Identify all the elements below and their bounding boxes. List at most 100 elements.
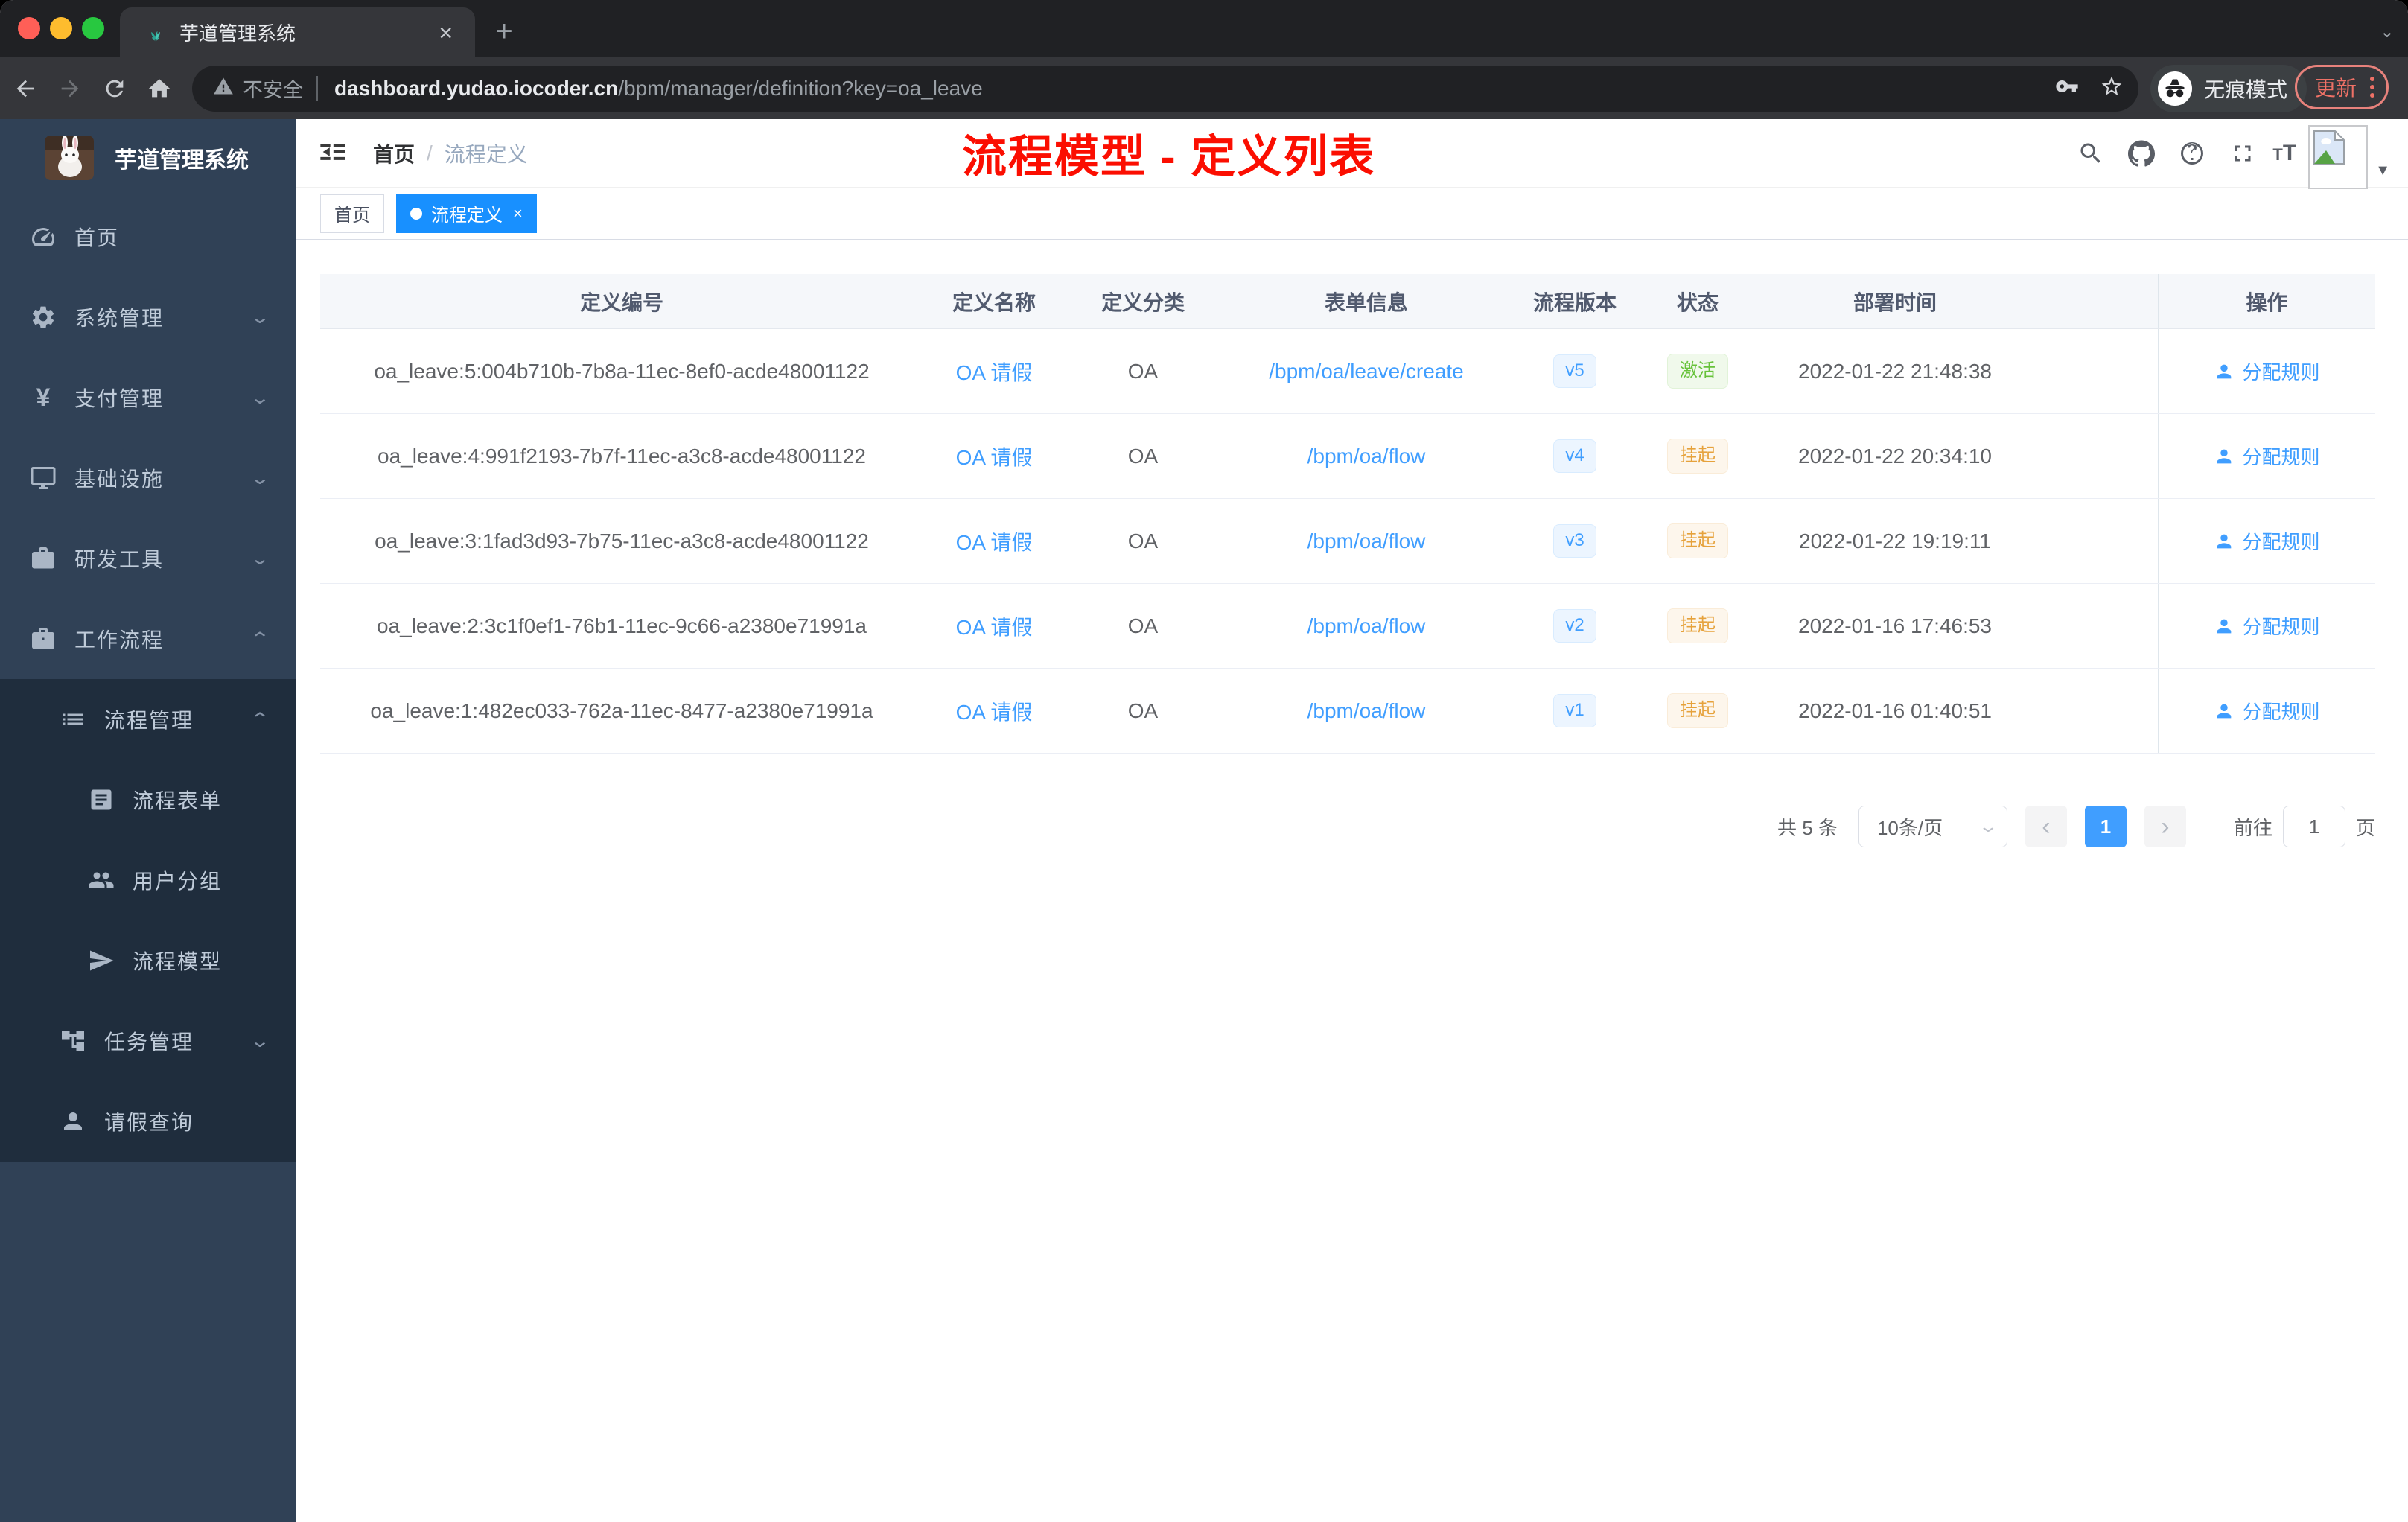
column-header: 定义分类 — [1101, 290, 1185, 314]
definition-category-cell: OA — [1127, 614, 1159, 637]
table-body: oa_leave:5:004b710b-7b8a-11ec-8ef0-acde4… — [320, 329, 2375, 754]
column-header: 定义编号 — [579, 290, 663, 314]
minimize-window-button[interactable] — [50, 17, 72, 39]
sidebar-item-工作流程[interactable]: 工作流程 ⌃ — [0, 599, 296, 679]
sidebar-item-流程模型[interactable]: 流程模型 — [0, 920, 296, 1001]
key-icon[interactable] — [2055, 74, 2079, 102]
definition-name-link[interactable]: OA 请假 — [923, 526, 1065, 556]
definition-category-cell: OA — [1127, 529, 1159, 553]
sidebar-item-支付管理[interactable]: ¥ 支付管理 ⌄ — [0, 357, 296, 438]
chevron-down-icon: ⌄ — [249, 548, 271, 569]
person-icon — [2217, 704, 2232, 718]
prev-page-button[interactable]: ‹ — [2025, 806, 2067, 847]
sidebar-item-label: 基础设施 — [74, 468, 165, 491]
sidebar-item-系统管理[interactable]: 系统管理 ⌄ — [0, 277, 296, 357]
sidebar-item-基础设施[interactable]: 基础设施 ⌄ — [0, 438, 296, 518]
sidebar-item-label: 用户分组 — [133, 870, 223, 893]
sidebar-item-请假查询[interactable]: 请假查询 — [0, 1081, 296, 1162]
column-header: 流程版本 — [1532, 290, 1617, 314]
tag-label: 流程定义 — [431, 206, 503, 226]
maximize-window-button[interactable] — [82, 17, 104, 39]
goto-page-input[interactable]: 1 — [2282, 806, 2345, 847]
page-size-select[interactable]: 10条/页 ⌄ — [1858, 806, 2007, 847]
sidebar-item-label: 系统管理 — [74, 307, 165, 330]
column-header: 部署时间 — [1853, 290, 1937, 314]
sidebar-item-流程管理[interactable]: 流程管理 ⌃ — [0, 679, 296, 760]
breadcrumb-home[interactable]: 首页 — [373, 138, 415, 168]
table-row: oa_leave:1:482ec033-762a-11ec-8477-a2380… — [320, 669, 2375, 754]
browser-tab[interactable]: 芋道管理系统 × — [120, 7, 475, 57]
back-icon[interactable] — [6, 69, 45, 108]
search-icon[interactable] — [2070, 133, 2112, 174]
tag-process-definition[interactable]: 流程定义 × — [396, 194, 537, 233]
warning-icon — [213, 76, 234, 101]
form-info-link[interactable]: /bpm/oa/flow — [1221, 614, 1512, 638]
new-tab-button[interactable]: + — [488, 16, 520, 49]
breadcrumb-separator: / — [427, 141, 433, 165]
definition-name-link[interactable]: OA 请假 — [923, 696, 1065, 726]
sidebar-item-label: 首页 — [74, 226, 120, 249]
sidebar-item-label: 研发工具 — [74, 548, 165, 571]
assign-rule-button[interactable]: 分配规则 — [2158, 499, 2375, 583]
github-icon[interactable] — [2121, 133, 2162, 174]
column-header: 状态 — [1676, 290, 1719, 314]
avatar[interactable] — [2308, 125, 2369, 189]
definition-name-link[interactable]: OA 请假 — [923, 357, 1065, 386]
form-info-link[interactable]: /bpm/oa/leave/create — [1221, 360, 1512, 383]
app-logo-rabbit-image — [45, 136, 94, 180]
form-info-link[interactable]: /bpm/oa/flow — [1221, 445, 1512, 468]
fullscreen-icon[interactable] — [2222, 133, 2264, 174]
security-label[interactable]: 不安全 — [243, 74, 303, 103]
tag-home[interactable]: 首页 — [320, 194, 384, 233]
bookmark-star-icon[interactable] — [2100, 74, 2124, 102]
sidebar-item-首页[interactable]: 首页 — [0, 197, 296, 277]
definition-id-cell: oa_leave:4:991f2193-7b7f-11ec-a3c8-acde4… — [378, 444, 866, 468]
current-page-button[interactable]: 1 — [2084, 806, 2127, 847]
table-row: oa_leave:2:3c1f0ef1-76b1-11ec-9c66-a2380… — [320, 584, 2375, 669]
definition-name-link[interactable]: OA 请假 — [923, 611, 1065, 641]
browser-update-menu-button[interactable]: 更新 — [2294, 65, 2389, 109]
form-info-link[interactable]: /bpm/oa/flow — [1221, 699, 1512, 723]
kebab-menu-icon — [2370, 77, 2374, 98]
form-icon — [88, 786, 115, 813]
person-icon — [2217, 449, 2232, 463]
assign-rule-button[interactable]: 分配规则 — [2158, 329, 2375, 413]
help-icon[interactable] — [2171, 133, 2213, 174]
font-size-icon[interactable]: TT — [2272, 141, 2296, 166]
assign-rule-button[interactable]: 分配规则 — [2158, 414, 2375, 498]
tab-search-chevron-icon[interactable]: ⌄ — [2380, 21, 2395, 42]
definition-name-link[interactable]: OA 请假 — [923, 442, 1065, 471]
definition-id-cell: oa_leave:3:1fad3d93-7b75-11ec-a3c8-acde4… — [375, 529, 869, 553]
reload-icon[interactable] — [95, 69, 134, 108]
sidebar-item-label: 流程模型 — [133, 950, 223, 973]
assign-rule-button[interactable]: 分配规则 — [2158, 584, 2375, 668]
sidebar-item-流程表单[interactable]: 流程表单 — [0, 760, 296, 840]
definition-id-cell: oa_leave:1:482ec033-762a-11ec-8477-a2380… — [370, 698, 873, 722]
gear-icon — [30, 304, 57, 331]
home-icon[interactable] — [140, 69, 179, 108]
main-area: 首页 / 流程定义 流程模型 - 定义列表 TT ▼ 首页 流程定义 × 定义编… — [296, 119, 2408, 1522]
sidebar-item-用户分组[interactable]: 用户分组 — [0, 840, 296, 920]
sidebar-item-任务管理[interactable]: 任务管理 ⌄ — [0, 1001, 296, 1081]
hamburger-icon[interactable] — [318, 137, 351, 170]
forward-icon[interactable] — [51, 69, 89, 108]
definition-category-cell: OA — [1127, 444, 1159, 468]
browser-toolbar: 不安全 dashboard.yudao.iocoder.cn/bpm/manag… — [0, 57, 2408, 119]
version-badge: v5 — [1512, 354, 1638, 388]
tab-close-icon[interactable]: × — [436, 21, 456, 45]
tag-close-icon[interactable]: × — [513, 204, 523, 223]
close-window-button[interactable] — [18, 17, 40, 39]
avatar-caret-icon[interactable]: ▼ — [2375, 162, 2390, 179]
version-badge: v4 — [1512, 439, 1638, 473]
assign-rule-button[interactable]: 分配规则 — [2158, 669, 2375, 753]
next-page-button[interactable]: › — [2144, 806, 2186, 847]
version-badge: v3 — [1512, 524, 1638, 558]
url-host: dashboard.yudao.iocoder.cn — [334, 76, 619, 100]
form-info-link[interactable]: /bpm/oa/flow — [1221, 529, 1512, 553]
column-header: 操作 — [2158, 274, 2375, 328]
sidebar-logo-row[interactable]: 芋道管理系统 — [0, 119, 296, 197]
tag-active-dot — [410, 207, 422, 220]
sidebar-item-研发工具[interactable]: 研发工具 ⌄ — [0, 518, 296, 599]
address-bar[interactable]: 不安全 dashboard.yudao.iocoder.cn/bpm/manag… — [192, 65, 2138, 112]
url-text[interactable]: dashboard.yudao.iocoder.cn/bpm/manager/d… — [334, 77, 2040, 101]
